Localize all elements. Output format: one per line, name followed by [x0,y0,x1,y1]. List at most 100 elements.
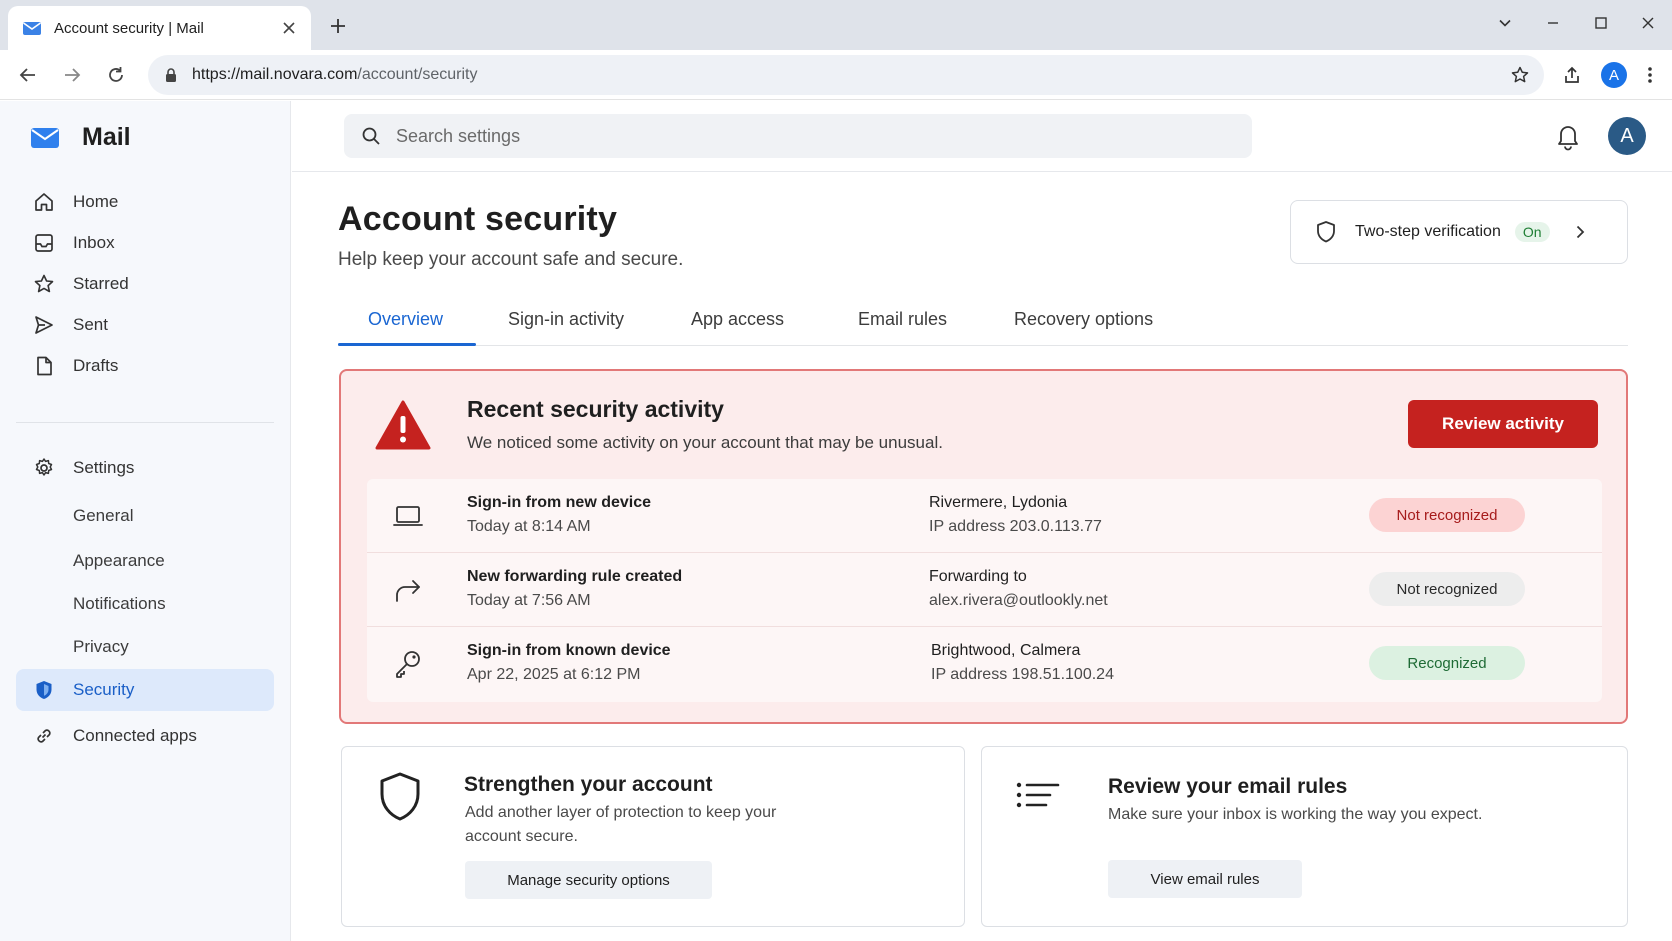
forwarding-address: alex.rivera@outlookly.net [929,592,1108,609]
two-step-status-badge: On [1514,222,1550,242]
tab-recovery-options[interactable]: Recovery options [1014,304,1153,346]
card-description: Make sure your inbox is working the way … [1108,803,1482,827]
address-bar[interactable]: https://mail.novara.com/account/security [148,55,1544,95]
sidebar-item-connected-apps[interactable]: Connected apps [16,716,274,756]
avatar[interactable]: A [1608,117,1646,155]
event-time: Apr 22, 2025 at 6:12 PM [467,666,641,683]
reload-icon[interactable] [102,61,130,89]
bookmark-star-icon[interactable] [1510,65,1530,85]
sidebar-subitem-appearance[interactable]: Appearance [73,549,165,573]
search-icon [360,125,382,147]
search-input[interactable] [396,125,1196,147]
event-ip: IP address 203.0.113.77 [929,518,1102,535]
two-step-label: Two-step verification [1355,223,1501,240]
app-header: A [292,101,1672,172]
send-icon [32,313,56,337]
sidebar-item-drafts[interactable]: Drafts [16,346,274,386]
url-text: https://mail.novara.com/account/security [192,66,478,83]
card-description-line: Add another layer of protection to keep … [465,804,777,821]
sidebar: Mail Home Inbox Starred Sent Drafts Sett… [0,101,291,941]
tab-sign-in-activity[interactable]: Sign-in activity [508,304,624,346]
card-title: Review your email rules [1108,775,1348,798]
security-tabs: Overview Sign-in activity App access Ema… [338,304,1628,346]
tab-app-access[interactable]: App access [691,304,784,346]
chevron-right-icon [1572,224,1588,240]
sidebar-item-settings[interactable]: Settings [16,448,274,488]
shield-icon [376,771,424,821]
sidebar-item-label: Drafts [73,356,119,375]
home-icon [32,190,56,214]
two-step-verification-card[interactable]: Two-step verification On [1290,200,1628,264]
card-title: Strengthen your account [464,773,713,796]
sidebar-subitem-notifications[interactable]: Notifications [73,592,166,616]
event-time: Today at 8:14 AM [467,518,591,535]
sidebar-subitem-general[interactable]: General [73,504,133,528]
new-tab-icon[interactable] [326,14,350,38]
browser-tab[interactable]: Account security | Mail [8,6,311,50]
sidebar-subitem-privacy[interactable]: Privacy [73,635,129,659]
tab-search-chevron-icon[interactable] [1492,10,1518,36]
event-row[interactable]: New forwarding rule created Today at 7:5… [367,553,1602,627]
manage-security-options-button[interactable]: Manage security options [465,861,712,899]
link-icon [32,724,56,748]
maximize-icon[interactable] [1588,10,1614,36]
security-events-list: Sign-in from new device Today at 8:14 AM… [367,479,1602,702]
sidebar-item-home[interactable]: Home [16,182,274,222]
strengthen-account-card: Strengthen your account Add another laye… [341,746,965,927]
event-title: Sign-in from known device [467,642,671,659]
browser-menu-icon[interactable] [1636,61,1664,89]
inbox-icon [32,231,56,255]
sidebar-item-sent[interactable]: Sent [16,305,274,345]
alert-description: We noticed some activity on your account… [467,433,943,452]
mail-favicon-icon [22,18,42,38]
bell-icon[interactable] [1554,121,1582,151]
security-alert-panel: Recent security activity We noticed some… [339,369,1628,724]
profile-initial: A [1601,62,1627,88]
sidebar-item-label: Settings [73,458,135,477]
event-row[interactable]: Sign-in from known device Apr 22, 2025 a… [367,627,1602,701]
event-title: Sign-in from new device [467,494,652,511]
profile-avatar-icon[interactable]: A [1600,61,1628,89]
status-badge: Not recognized [1369,572,1525,606]
email-rules-card: Review your email rules Make sure your i… [981,746,1628,927]
sidebar-item-label: Sent [73,315,108,334]
app-brand[interactable]: Mail [30,123,131,152]
shield-icon [32,678,56,702]
sidebar-item-inbox[interactable]: Inbox [16,223,274,263]
status-badge: Recognized [1369,646,1525,680]
card-description-line: Make sure your inbox is working the way … [1108,806,1483,823]
lock-icon[interactable] [162,66,180,84]
tab-title: Account security | Mail [54,19,204,37]
page-title: Account security [338,200,618,238]
view-email-rules-button[interactable]: View email rules [1108,860,1302,898]
card-description: Add another layer of protection to keep … [465,801,776,849]
draft-icon [32,354,56,378]
tab-email-rules[interactable]: Email rules [858,304,947,346]
active-tab-indicator [338,343,476,346]
minimize-icon[interactable] [1540,10,1566,36]
review-activity-button[interactable]: Review activity [1408,400,1598,448]
sidebar-item-label: Connected apps [73,726,197,745]
app-name: Mail [82,123,131,151]
search-box[interactable] [344,114,1252,158]
sidebar-item-security[interactable]: Security [16,669,274,711]
share-icon[interactable] [1558,61,1586,89]
sidebar-item-label: Security [73,680,135,699]
sidebar-item-starred[interactable]: Starred [16,264,274,304]
alert-title: Recent security activity [467,396,724,422]
sidebar-item-label: Home [73,192,119,211]
card-description-line: account secure. [465,828,578,845]
event-title: New forwarding rule created [467,568,683,585]
key-icon [391,647,425,681]
event-row[interactable]: Sign-in from new device Today at 8:14 AM… [367,479,1602,553]
back-arrow-icon[interactable] [14,61,42,89]
sidebar-item-label: Inbox [73,233,115,252]
tab-overview[interactable]: Overview [368,304,443,346]
tab-close-icon[interactable] [279,18,299,38]
sidebar-divider [16,422,274,423]
shield-outline-icon [1315,220,1337,244]
star-icon [32,272,56,296]
window-close-icon[interactable] [1635,10,1661,36]
forward-arrow-icon[interactable] [58,61,86,89]
list-icon [1014,775,1062,823]
